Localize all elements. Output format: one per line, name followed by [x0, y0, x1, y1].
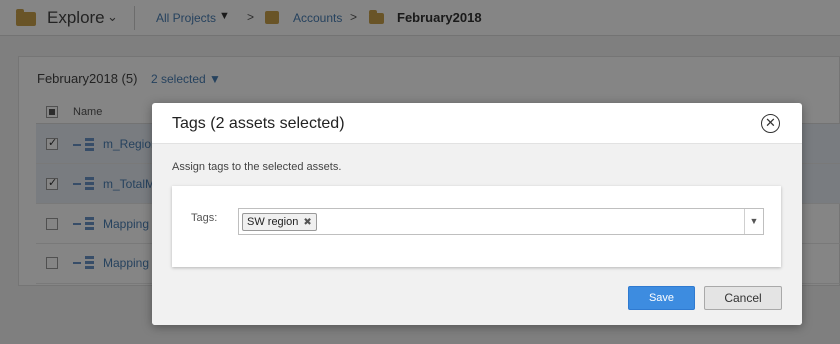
- remove-tag-icon[interactable]: ✖: [303, 217, 311, 228]
- dialog-header: Tags (2 assets selected) ✕: [152, 103, 802, 144]
- save-button[interactable]: Save: [628, 286, 695, 310]
- dialog-body: Assign tags to the selected assets. Tags…: [152, 144, 802, 325]
- close-icon[interactable]: ✕: [761, 114, 780, 133]
- tags-dialog: Tags (2 assets selected) ✕ Assign tags t…: [152, 103, 802, 325]
- dialog-instruction: Assign tags to the selected assets.: [172, 161, 342, 173]
- dialog-title: Tags (2 assets selected): [172, 115, 345, 132]
- tags-input[interactable]: SW region ✖ ▼: [238, 208, 764, 235]
- tag-chip: SW region ✖: [242, 213, 317, 231]
- tags-card: Tags: SW region ✖ ▼: [172, 186, 781, 267]
- cancel-button[interactable]: Cancel: [704, 286, 782, 310]
- tag-chip-label: SW region: [247, 216, 299, 228]
- tags-label: Tags:: [191, 212, 218, 224]
- dropdown-toggle-icon[interactable]: ▼: [744, 209, 763, 234]
